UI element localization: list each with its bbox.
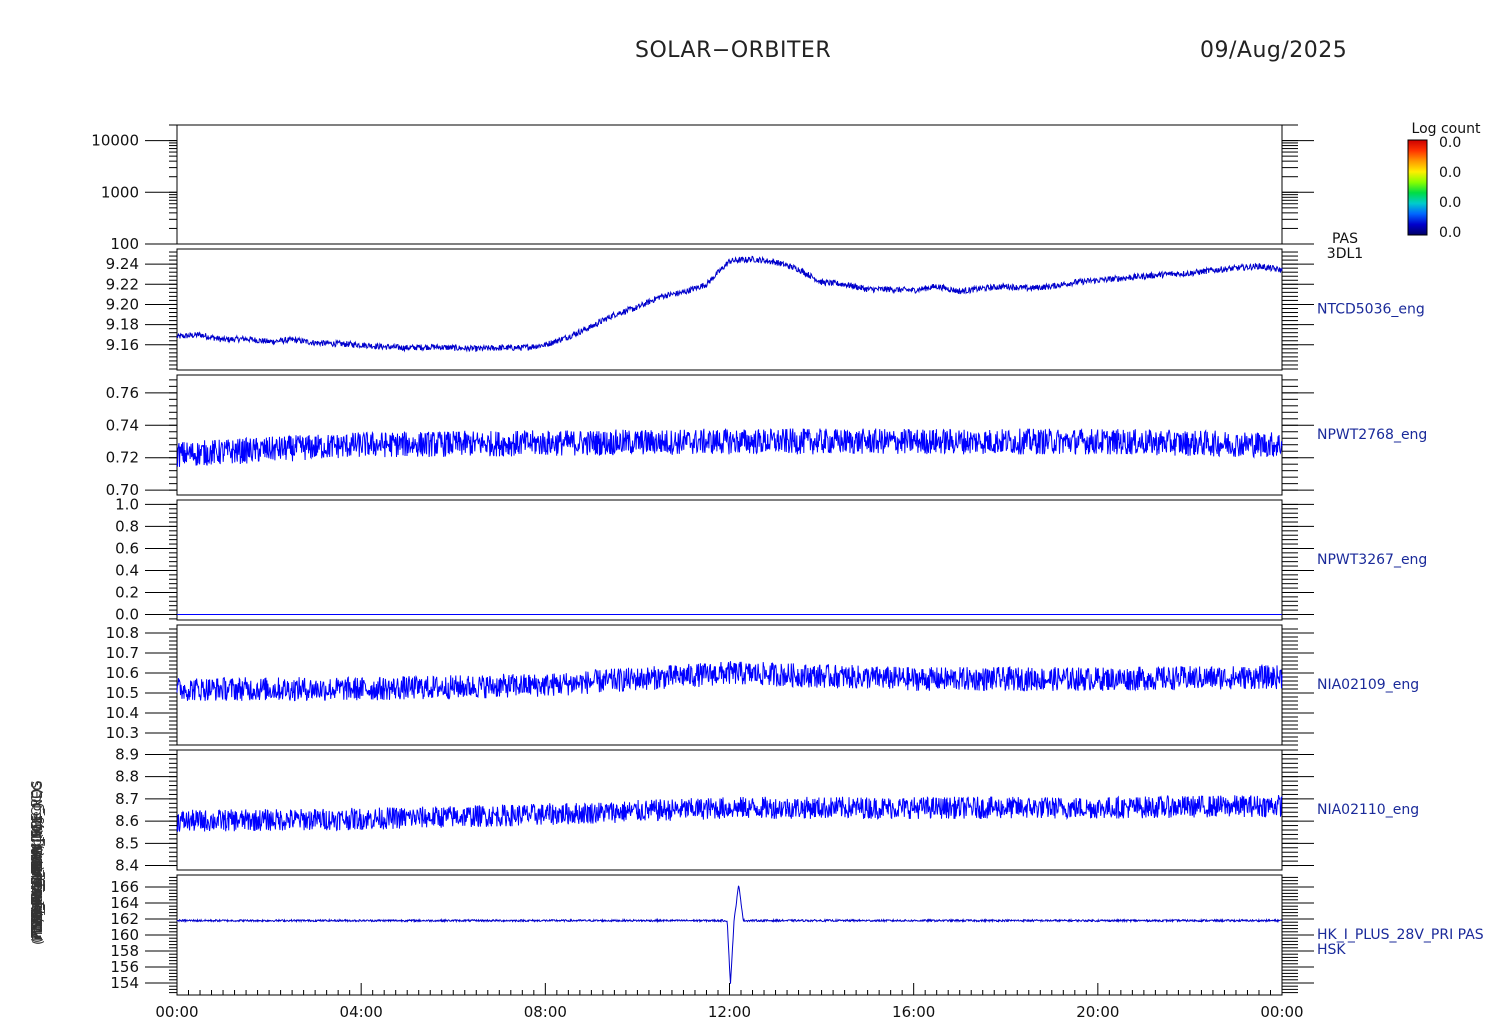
panel-side-label: PAS xyxy=(1332,231,1358,247)
series-line xyxy=(176,661,1283,702)
stacked-time-series-plot: 10000 1000 100 PAS3DL1 9.24 9.22 9.20 9.18 9.16 N… xyxy=(30,121,1484,1020)
y-axis-label: Energy (eV) xyxy=(31,844,46,921)
y-tick-label: 9.16 xyxy=(106,336,139,354)
y-tick-label: 0.0 xyxy=(115,605,139,623)
x-axis: 00:00 04:00 08:00 12:00 16:00 20:00 00:00 xyxy=(155,983,1304,1020)
panel-2: 9.24 9.22 9.20 9.18 9.16 NTCD5036_eng xyxy=(106,248,1425,371)
x-tick-label: 20:00 xyxy=(1076,1003,1119,1020)
y-tick-label: 0.4 xyxy=(115,561,139,579)
y-tick-label: 8.6 xyxy=(115,812,139,830)
y-tick-label: 154 xyxy=(110,974,139,992)
x-tick-label: 08:00 xyxy=(524,1003,567,1020)
y-tick-label: 1000 xyxy=(101,183,139,201)
colorbar-gradient xyxy=(1407,139,1428,236)
panel-4: 1.0 0.8 0.6 0.4 0.2 0.0 NPWT3267_eng xyxy=(115,495,1427,623)
panel-side-label: NPWT2768_eng xyxy=(1317,427,1427,443)
panel-side-label: NIA02109_eng xyxy=(1317,677,1419,693)
panel-3: 0.760.740.720.70NPWT2768_eng xyxy=(106,374,1427,499)
colorbar-tick-label: 0.0 xyxy=(1439,225,1461,241)
y-tick-label: 0.74 xyxy=(106,416,139,434)
y-tick-label: 9.20 xyxy=(106,295,139,313)
panel-5: 10.8 10.7 10.6 10.5 10.4 10.3 NIA02109_eng xyxy=(106,624,1419,746)
x-tick-label: 00:00 xyxy=(1260,1003,1303,1020)
x-tick-label: 04:00 xyxy=(340,1003,383,1020)
colorbar-legend: Log count0.00.00.00.0 xyxy=(1407,121,1481,241)
y-tick-label: 9.22 xyxy=(106,275,139,293)
y-tick-label: 8.8 xyxy=(115,768,139,786)
y-tick-label: 0.76 xyxy=(106,384,139,402)
panel-side-label: NTCD5036_eng xyxy=(1317,302,1425,318)
x-tick-label: 00:00 xyxy=(155,1003,198,1020)
y-tick-label: 10.8 xyxy=(106,624,139,642)
panel-7: 166164162160158156154HK_I_PLUS_28V_PRI P… xyxy=(110,874,1484,996)
y-tick-label: 8.4 xyxy=(115,857,139,875)
panel-side-label: HK_I_PLUS_28V_PRI PAS xyxy=(1317,927,1484,943)
y-tick-label: 8.5 xyxy=(115,834,139,852)
y-tick-label: 10.4 xyxy=(106,704,139,722)
panel-frame xyxy=(176,124,1283,245)
y-tick-label: 9.18 xyxy=(106,316,139,334)
panel-side-label: HSK xyxy=(1317,942,1346,958)
y-tick-label: 10.5 xyxy=(106,684,139,702)
panel-frame xyxy=(176,499,1283,621)
panel-frame xyxy=(176,248,1283,371)
x-tick-label: 16:00 xyxy=(892,1003,935,1020)
panels-group: 10000 1000 100 PAS3DL1 9.24 9.22 9.20 9.18 9.16 N… xyxy=(91,124,1484,996)
y-tick-label: 0.8 xyxy=(115,517,139,535)
y-tick-label: 0.2 xyxy=(115,583,139,601)
panel-side-label: NPWT3267_eng xyxy=(1317,552,1427,568)
colorbar-tick-label: 0.0 xyxy=(1439,195,1461,211)
series-line xyxy=(176,428,1283,467)
y-tick-label: 100 xyxy=(110,235,139,253)
y-tick-label: 10.3 xyxy=(106,724,139,742)
y-tick-label: 0.72 xyxy=(106,449,139,467)
y-tick-label: 10.6 xyxy=(106,664,139,682)
y-axis-label-stack: (nA)(mA)PDM_HK_IMON_FEE_NEGPDM_HK_IMON_F… xyxy=(30,780,46,945)
colorbar-tick-label: 0.0 xyxy=(1439,165,1461,181)
panel-side-label: 3DL1 xyxy=(1327,246,1363,262)
y-tick-label: 8.7 xyxy=(115,790,139,808)
panel-side-label: NIA02110_eng xyxy=(1317,802,1419,818)
y-tick-label: 9.24 xyxy=(106,255,139,273)
series-line xyxy=(176,794,1283,832)
y-tick-label: 10000 xyxy=(91,132,139,150)
panel-1: 10000 1000 100 PAS3DL1 xyxy=(91,124,1363,262)
y-tick-label: 8.9 xyxy=(115,745,139,763)
x-tick-label: 12:00 xyxy=(708,1003,751,1020)
series-line xyxy=(176,255,1283,353)
series-line xyxy=(176,885,1283,984)
y-tick-label: 0.6 xyxy=(115,539,139,557)
panel-frame xyxy=(176,874,1283,996)
y-tick-label: 10.7 xyxy=(106,644,139,662)
panel-6: 8.9 8.8 8.7 8.6 8.5 8.4 NIA02110_eng xyxy=(115,745,1419,874)
colorbar-tick-label: 0.0 xyxy=(1439,135,1461,151)
y-tick-label: 1.0 xyxy=(115,495,139,513)
